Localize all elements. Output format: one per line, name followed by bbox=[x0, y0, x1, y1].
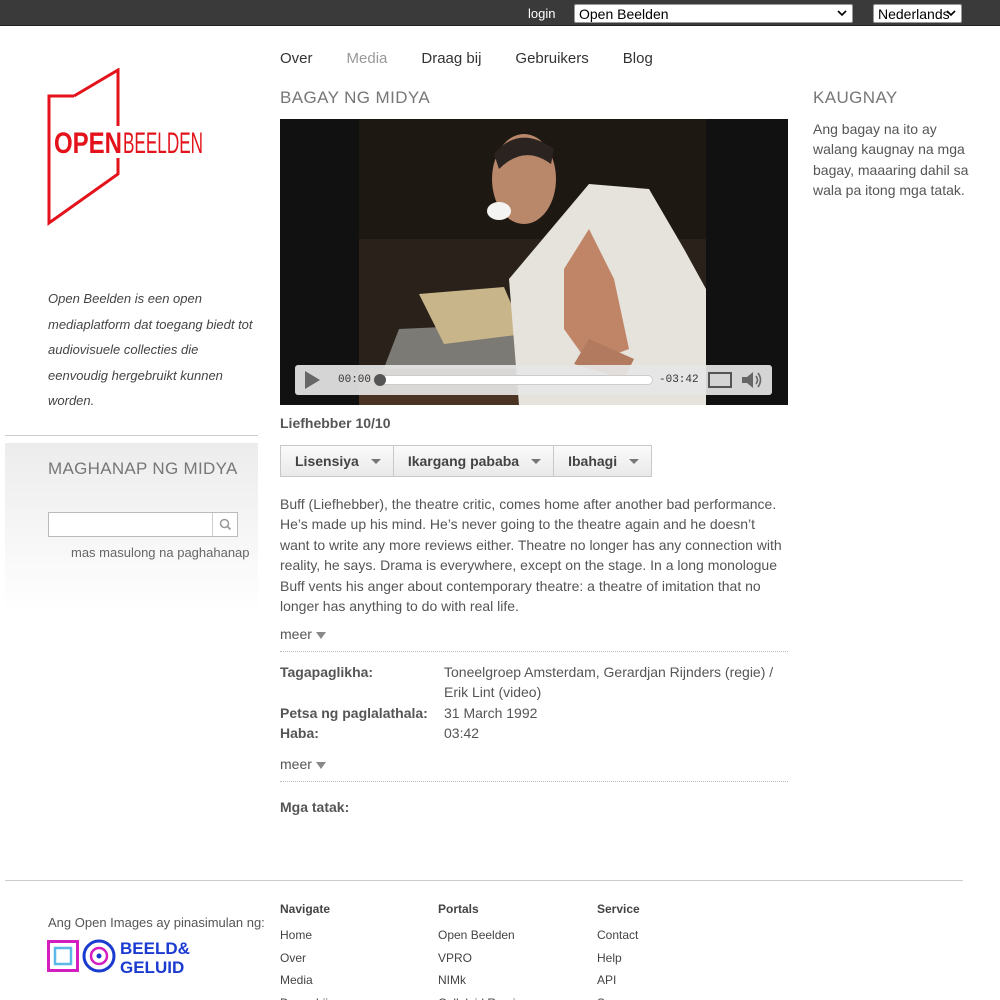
video-player[interactable]: 00:00 -03:42 bbox=[280, 119, 788, 405]
login-link[interactable]: login bbox=[528, 6, 555, 21]
footer-link-nimk[interactable]: NIMk bbox=[438, 969, 521, 992]
search-input[interactable] bbox=[49, 513, 213, 536]
footer-link-over[interactable]: Over bbox=[280, 947, 330, 970]
divider bbox=[280, 651, 788, 652]
main-nav: Over Media Draag bij Gebruikers Blog bbox=[280, 50, 687, 67]
caret-down-icon bbox=[531, 459, 542, 464]
share-label: Ibahagi bbox=[568, 453, 618, 469]
partner-logo-line-2: GELUID bbox=[120, 958, 184, 976]
footer-column-portals: Portals Open Beelden VPRO NIMk Celluloid… bbox=[438, 902, 521, 1000]
download-label: Ikargang pababa bbox=[407, 453, 520, 469]
download-button[interactable]: Ikargang pababa bbox=[394, 446, 555, 476]
date-label: Petsa ng paglalathala: bbox=[280, 705, 428, 721]
media-section-title: BAGAY NG MIDYA bbox=[280, 88, 431, 107]
language-select-value: Nederlands bbox=[878, 6, 950, 22]
open-beelden-logo[interactable]: OPEN BEELDEN bbox=[46, 68, 206, 228]
footer-column-navigate: Navigate Home Over Media Draag bij bbox=[280, 902, 330, 1000]
footer-link-help[interactable]: Help bbox=[597, 947, 640, 970]
nav-draag-bij[interactable]: Draag bij bbox=[421, 50, 481, 67]
search-box bbox=[48, 512, 238, 537]
remaining-time: -03:42 bbox=[659, 374, 699, 386]
progress-handle[interactable] bbox=[374, 374, 386, 386]
footer-column-service: Service Contact Help API Source bbox=[597, 902, 640, 1000]
more-label: meer bbox=[280, 756, 312, 772]
portal-select-value: Open Beelden bbox=[579, 6, 669, 22]
logo-text-open: OPEN bbox=[54, 127, 122, 160]
share-button[interactable]: Ibahagi bbox=[554, 446, 651, 476]
duration-label: Haba: bbox=[280, 725, 319, 741]
intro-text: Open Beelden is een open mediaplatform d… bbox=[48, 291, 253, 408]
chevron-down-icon bbox=[946, 10, 956, 17]
portal-select[interactable]: Open Beelden bbox=[574, 4, 853, 23]
creator-label: Tagapaglikha: bbox=[280, 664, 374, 680]
footer-link-home[interactable]: Home bbox=[280, 924, 330, 947]
caret-down-icon bbox=[370, 459, 381, 464]
footer-link-contact[interactable]: Contact bbox=[597, 924, 640, 947]
related-empty-text: Ang bagay na ito ay walang kaugnay na mg… bbox=[813, 121, 969, 199]
more-metadata-toggle[interactable]: meer bbox=[280, 756, 326, 772]
tags-label: Mga tatak: bbox=[280, 799, 350, 815]
creator-value: Toneelgroep Amsterdam, Gerardjan Rijnder… bbox=[444, 664, 774, 701]
more-description-toggle[interactable]: meer bbox=[280, 626, 326, 642]
footer-heading: Navigate bbox=[280, 902, 331, 916]
footer-link-media[interactable]: Media bbox=[280, 969, 330, 992]
partner-logo-line-1: BEELD& bbox=[120, 939, 190, 958]
footer-link-vpro[interactable]: VPRO bbox=[438, 947, 521, 970]
footer-divider bbox=[5, 880, 963, 881]
footer-initiated-text: Ang Open Images ay pinasimulan ng: bbox=[48, 915, 265, 930]
media-description: Buff (Liefhebber), the theatre critic, c… bbox=[280, 496, 782, 615]
media-actions: Lisensiya Ikargang pababa Ibahagi bbox=[280, 445, 653, 477]
footer-link-draag-bij[interactable]: Draag bij bbox=[280, 992, 330, 1000]
fullscreen-icon[interactable] bbox=[708, 372, 732, 388]
nav-gebruikers[interactable]: Gebruikers bbox=[515, 50, 588, 67]
current-time: 00:00 bbox=[338, 374, 372, 386]
nav-media[interactable]: Media bbox=[347, 50, 388, 67]
video-frame bbox=[359, 119, 706, 405]
footer-link-open-beelden[interactable]: Open Beelden bbox=[438, 924, 521, 947]
duration-value: 03:42 bbox=[444, 725, 480, 741]
chevron-down-icon bbox=[837, 10, 847, 17]
language-select[interactable]: Nederlands bbox=[873, 4, 962, 23]
more-label: meer bbox=[280, 626, 312, 642]
divider bbox=[280, 781, 788, 782]
search-panel: MAGHANAP NG MIDYA mas masulong na paghah… bbox=[5, 443, 258, 613]
license-label: Lisensiya bbox=[295, 453, 359, 469]
progress-bar[interactable] bbox=[374, 374, 653, 386]
license-button[interactable]: Lisensiya bbox=[281, 446, 394, 476]
advanced-search-link[interactable]: mas masulong na paghahanap bbox=[71, 545, 250, 560]
search-title: MAGHANAP NG MIDYA bbox=[48, 459, 238, 478]
footer-heading: Service bbox=[597, 902, 640, 916]
logo-text-beelden: BEELDEN bbox=[123, 127, 203, 160]
search-icon bbox=[219, 518, 232, 531]
divider bbox=[5, 435, 258, 436]
date-value: 31 March 1992 bbox=[444, 705, 538, 721]
caret-down-icon bbox=[315, 761, 326, 769]
footer-link-api[interactable]: API bbox=[597, 969, 640, 992]
footer-link-celluloid-remix[interactable]: Celluloid Remix bbox=[438, 992, 521, 1000]
caret-down-icon bbox=[629, 459, 640, 464]
related-section-title: KAUGNAY bbox=[813, 88, 898, 107]
nav-over[interactable]: Over bbox=[280, 50, 313, 67]
nav-blog[interactable]: Blog bbox=[623, 50, 653, 67]
volume-icon[interactable] bbox=[741, 370, 763, 390]
top-bar: login Open Beelden Nederlands bbox=[0, 0, 1000, 26]
caret-down-icon bbox=[315, 631, 326, 639]
media-title: Liefhebber 10/10 bbox=[280, 415, 391, 431]
video-controls: 00:00 -03:42 bbox=[295, 365, 772, 395]
search-button[interactable] bbox=[212, 513, 237, 536]
play-icon[interactable] bbox=[303, 371, 321, 389]
footer-heading: Portals bbox=[438, 902, 479, 916]
beeld-en-geluid-logo[interactable]: BEELD& GELUID bbox=[47, 938, 207, 976]
footer-link-source[interactable]: Source bbox=[597, 992, 640, 1000]
